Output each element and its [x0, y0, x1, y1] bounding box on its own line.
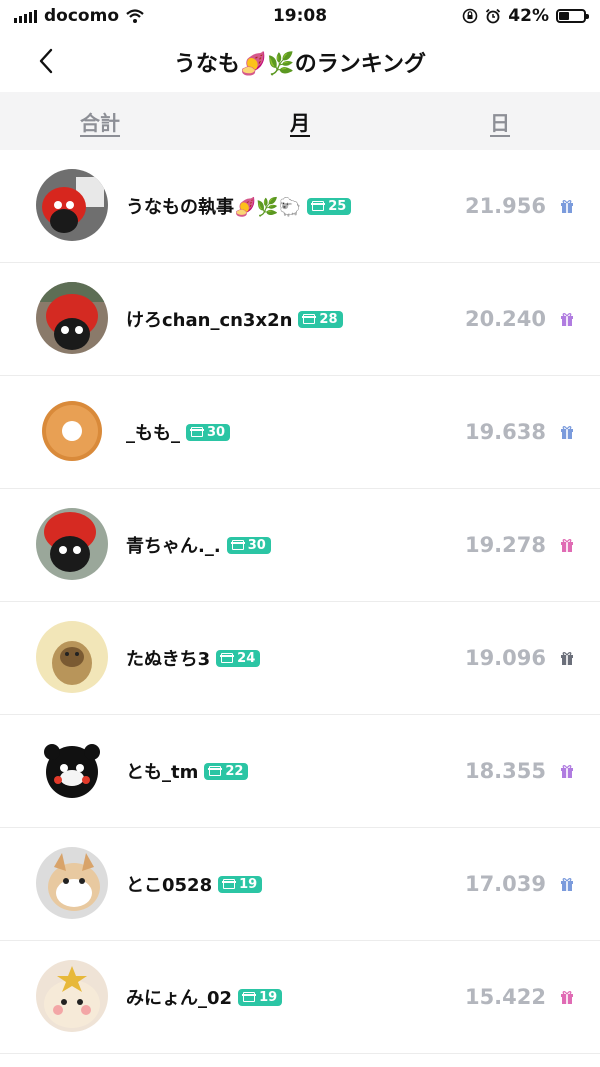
rotation-lock-icon — [462, 8, 478, 24]
clock: 19:08 — [272, 6, 328, 26]
user-name-group: 青ちゃん._. 30 — [126, 532, 271, 558]
level-value: 19 — [259, 989, 278, 1005]
ranking-row[interactable]: うなもの執事🍠🌿🐑 25 21.956 — [0, 150, 600, 263]
ranking-row[interactable]: 青ちゃん._. 30 19.278 — [0, 489, 600, 602]
score-value: 19.096 — [464, 646, 546, 670]
gift-icon — [242, 992, 257, 1002]
user-name-group: けろchan_cn3x2n 28 — [126, 306, 343, 332]
avatar[interactable] — [36, 508, 108, 580]
user-name-group: うなもの執事🍠🌿🐑 25 — [126, 193, 352, 219]
user-name: けろchan_cn3x2n — [126, 310, 293, 331]
level-value: 25 — [328, 198, 347, 214]
status-bar: docomo 19:08 42% — [0, 0, 600, 32]
user-name-group: たぬきち3 24 — [126, 645, 261, 671]
gift-icon — [208, 766, 223, 776]
user-name: みにょん_02 — [126, 988, 233, 1009]
level-badge: 25 — [307, 197, 352, 215]
gift-icon — [561, 200, 573, 213]
score-value: 20.240 — [464, 307, 546, 331]
ranking-list: うなもの執事🍠🌿🐑 25 21.956 けろchan_cn3x2n 28 20.240 _も… — [0, 150, 600, 1054]
user-name: _もも_ — [126, 423, 180, 444]
tab-day[interactable]: 日 — [400, 92, 600, 150]
gift-icon — [222, 879, 237, 889]
gift-icon — [561, 539, 573, 552]
level-badge: 28 — [298, 310, 343, 328]
gift-icon — [561, 313, 573, 326]
nav-bar: うなも🍠🌿のランキング — [0, 32, 600, 92]
score-value: 19.638 — [464, 420, 546, 444]
score-value: 15.422 — [464, 985, 546, 1009]
user-name: 青ちゃん._. — [126, 536, 221, 557]
gift-icon — [561, 652, 573, 665]
battery-percent: 42% — [508, 6, 549, 26]
avatar[interactable] — [36, 734, 108, 806]
score-value: 18.355 — [464, 759, 546, 783]
user-name-group: _もも_ 30 — [126, 419, 231, 445]
gift-icon — [561, 765, 573, 778]
page-title: うなも🍠🌿のランキング — [173, 52, 427, 77]
user-name-group: みにょん_02 19 — [126, 984, 283, 1010]
level-badge: 19 — [238, 988, 283, 1006]
level-value: 22 — [225, 763, 244, 779]
avatar[interactable] — [36, 960, 108, 1032]
tab-month[interactable]: 月 — [200, 92, 400, 150]
gift-icon — [561, 991, 573, 1004]
user-name: とも_tm — [126, 762, 199, 783]
level-value: 28 — [319, 311, 338, 327]
gift-icon — [561, 426, 573, 439]
ranking-row[interactable]: とこ0528 19 17.039 — [0, 828, 600, 941]
score-value: 21.956 — [464, 194, 546, 218]
level-value: 24 — [237, 650, 256, 666]
ranking-row[interactable]: けろchan_cn3x2n 28 20.240 — [0, 263, 600, 376]
gift-icon — [220, 653, 235, 663]
tab-label: 日 — [490, 110, 510, 135]
user-name: たぬきち3 — [126, 649, 211, 670]
back-chevron-icon[interactable] — [32, 46, 62, 76]
user-name-group: とこ0528 19 — [126, 871, 263, 897]
gift-icon — [230, 540, 245, 550]
user-name: とこ0528 — [126, 875, 213, 896]
alarm-icon — [486, 8, 501, 24]
tab-label: 月 — [290, 110, 310, 135]
wifi-icon — [126, 9, 144, 23]
tab-bar: 合計 月 日 — [0, 92, 600, 150]
user-name: うなもの執事🍠🌿🐑 — [126, 197, 302, 218]
level-badge: 30 — [226, 536, 271, 554]
level-value: 30 — [247, 537, 266, 553]
battery-icon — [556, 9, 589, 23]
level-value: 19 — [239, 876, 258, 892]
level-value: 30 — [207, 424, 226, 440]
ranking-row[interactable]: _もも_ 30 19.638 — [0, 376, 600, 489]
level-badge: 24 — [216, 649, 261, 667]
gift-icon — [302, 314, 317, 324]
level-badge: 22 — [204, 762, 249, 780]
avatar[interactable] — [36, 395, 108, 467]
carrier-label: docomo — [44, 6, 119, 26]
ranking-row[interactable]: たぬきち3 24 19.096 — [0, 602, 600, 715]
signal-icon — [14, 9, 37, 23]
score-value: 17.039 — [464, 872, 546, 896]
score-value: 19.278 — [464, 533, 546, 557]
gift-icon — [561, 878, 573, 891]
gift-icon — [311, 201, 326, 211]
user-name-group: とも_tm 22 — [126, 758, 249, 784]
level-badge: 30 — [186, 423, 231, 441]
avatar[interactable] — [36, 169, 108, 241]
ranking-row[interactable]: みにょん_02 19 15.422 — [0, 941, 600, 1054]
gift-icon — [190, 427, 204, 437]
avatar[interactable] — [36, 282, 108, 354]
avatar[interactable] — [36, 847, 108, 919]
tab-total[interactable]: 合計 — [0, 92, 200, 150]
ranking-row[interactable]: とも_tm 22 18.355 — [0, 715, 600, 828]
tab-label: 合計 — [80, 110, 120, 135]
level-badge: 19 — [218, 875, 263, 893]
avatar[interactable] — [36, 621, 108, 693]
